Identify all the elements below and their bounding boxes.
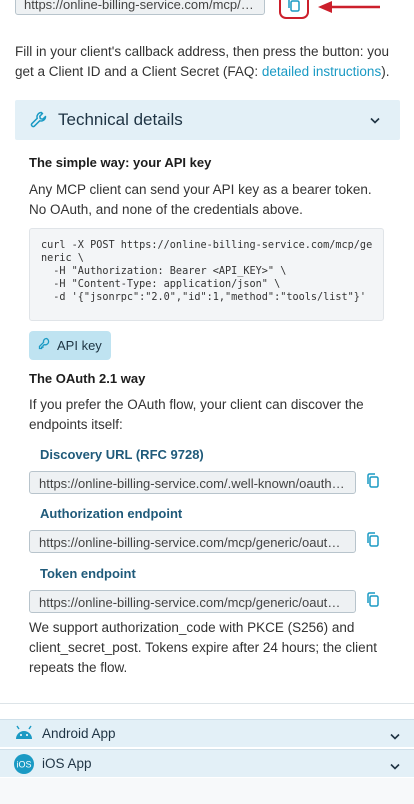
ios-app-toggle[interactable]: iOS iOS App: [0, 749, 414, 777]
token-endpoint-field[interactable]: https://online-billing-service.com/mcp/g…: [29, 590, 356, 613]
intro-text: Fill in your client's callback address, …: [15, 44, 390, 79]
page-footer-area: [0, 778, 414, 804]
curl-code-block: curl -X POST https://online-billing-serv…: [29, 228, 384, 321]
copy-authorization-button[interactable]: [363, 531, 383, 551]
ios-icon: iOS: [14, 754, 34, 777]
token-endpoint-label: Token endpoint: [40, 566, 136, 581]
simple-way-heading: The simple way: your API key: [29, 155, 212, 170]
key-icon: [38, 337, 52, 354]
chevron-down-icon: [390, 758, 400, 773]
discovery-url-field[interactable]: https://online-billing-service.com/.well…: [29, 471, 356, 494]
api-key-button[interactable]: API key: [29, 331, 111, 360]
android-app-label: Android App: [42, 726, 116, 741]
chevron-down-icon: [370, 112, 380, 127]
copy-token-button[interactable]: [363, 591, 383, 611]
copy-icon: [366, 532, 380, 550]
wrench-icon: [29, 110, 49, 133]
oauth-text: If you prefer the OAuth flow, your clien…: [29, 397, 364, 432]
callback-url-field[interactable]: https://online-billing-service.com/mcp/g…: [15, 0, 265, 15]
ios-app-label: iOS App: [42, 756, 92, 771]
detailed-instructions-link[interactable]: detailed instructions: [262, 64, 381, 79]
android-app-toggle[interactable]: Android App: [0, 719, 414, 747]
copy-button[interactable]: [279, 0, 309, 19]
technical-details-title: Technical details: [58, 110, 183, 129]
android-icon: [14, 724, 34, 745]
svg-text:iOS: iOS: [16, 760, 31, 770]
divider: [0, 703, 414, 704]
pointer-arrow-icon: [318, 1, 380, 13]
discovery-url-label: Discovery URL (RFC 9728): [40, 447, 204, 462]
copy-icon: [287, 0, 301, 15]
authorization-endpoint-field[interactable]: https://online-billing-service.com/mcp/g…: [29, 530, 356, 553]
copy-icon: [366, 473, 380, 491]
copy-icon: [366, 592, 380, 610]
copy-discovery-button[interactable]: [363, 472, 383, 492]
oauth-footer-text: We support authorization_code with PKCE …: [29, 620, 377, 675]
authorization-endpoint-label: Authorization endpoint: [40, 506, 183, 521]
chevron-down-icon: [390, 728, 400, 743]
oauth-heading: The OAuth 2.1 way: [29, 371, 146, 386]
technical-details-toggle[interactable]: Technical details: [15, 100, 400, 140]
api-key-label: API key: [57, 338, 102, 353]
simple-way-text: Any MCP client can send your API key as …: [29, 182, 372, 217]
